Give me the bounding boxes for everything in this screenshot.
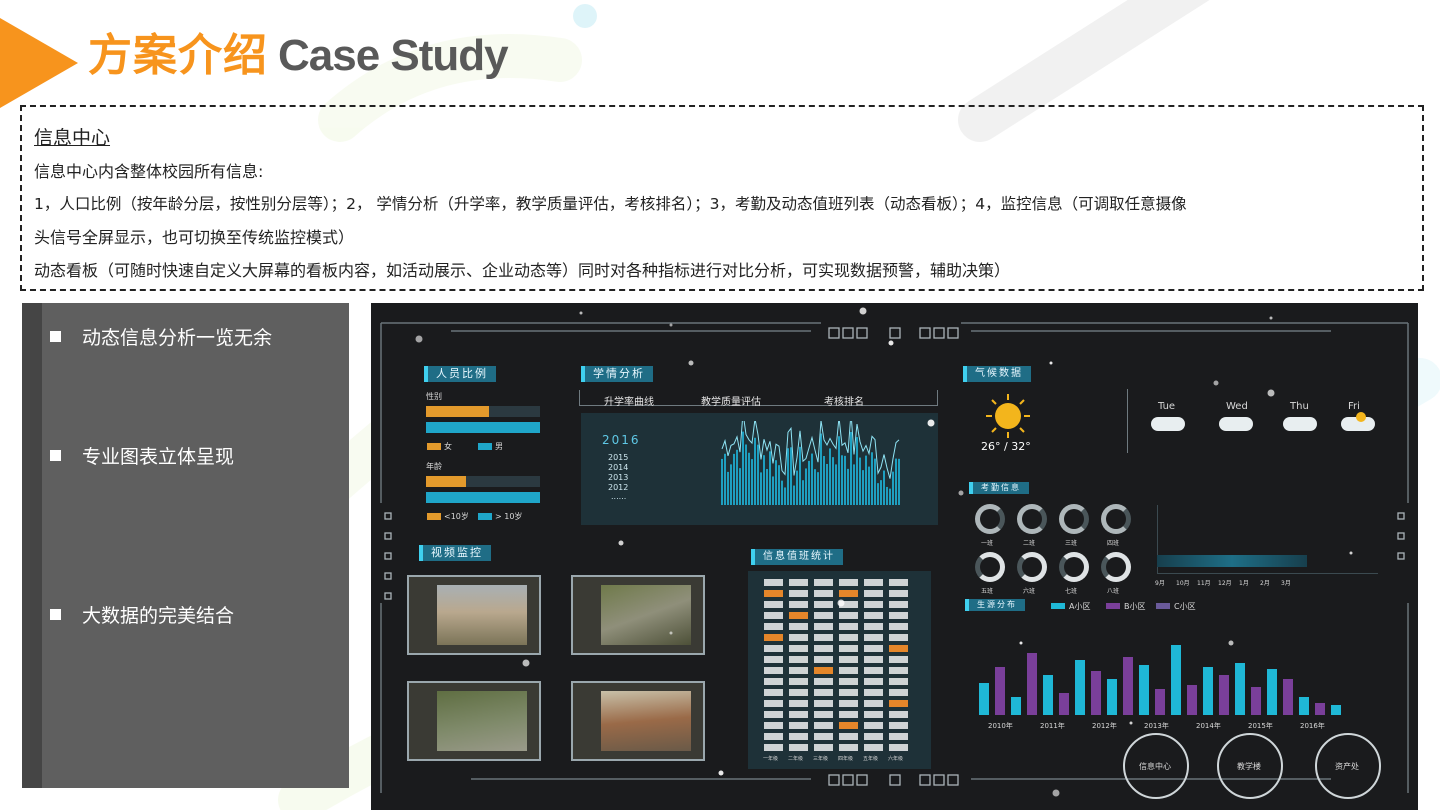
snowflake (1019, 641, 1023, 645)
snow-particles (415, 307, 1353, 797)
page-title-en: Case Study (278, 31, 509, 80)
year-label: 2010年 (988, 722, 1013, 730)
class-label: 二班 (1023, 540, 1036, 547)
snowflake (669, 631, 673, 635)
snowflake (1213, 380, 1219, 386)
snowflake (1267, 389, 1275, 397)
info-line-4: 动态看板（可随时快速自定义大屏幕的看板内容，如活动展示、企业动态等）同时对各种指… (34, 261, 1011, 280)
class-label: 三班 (1065, 540, 1078, 547)
snowflake (888, 340, 894, 346)
year-label: 2015年 (1248, 722, 1273, 730)
feature-item: 大数据的完美结合 (50, 601, 234, 628)
snowflake (618, 540, 624, 546)
page-title-cn: 方案介绍 (88, 30, 268, 81)
attendance-ring (1017, 552, 1047, 582)
duty-column-label: 二年级 (788, 756, 804, 762)
snowflake (1228, 640, 1234, 646)
title-arrow-icon (0, 18, 78, 108)
attendance-ring (1017, 504, 1047, 534)
snowflake (579, 311, 583, 315)
snowflake (1049, 361, 1053, 365)
year-label: 2012年 (1092, 722, 1117, 730)
duty-column-label: 四年级 (838, 756, 854, 762)
snowflake (1269, 316, 1273, 320)
month-label: 11月 (1197, 580, 1211, 587)
class-label: 一班 (981, 540, 994, 547)
bullet-square-icon (50, 609, 61, 620)
attendance-ring (1101, 552, 1131, 582)
class-label: 七班 (1065, 588, 1078, 595)
month-label: 1月 (1239, 580, 1249, 587)
snowflake (415, 335, 423, 343)
year-label: 2014年 (1196, 722, 1221, 730)
year-label: 2013年 (1144, 722, 1169, 730)
year-label: 2011年 (1040, 722, 1065, 730)
class-label: 五班 (981, 588, 994, 595)
snowflake (1349, 551, 1353, 555)
page-title: 方案介绍 Case Study (88, 31, 509, 80)
bullet-square-icon (50, 331, 61, 342)
duty-column-label: 五年级 (863, 756, 879, 762)
info-line-2: 1，人口比例（按年龄分层，按性别分层等）；2， 学情分析（升学率，教学质量评估，… (34, 195, 1187, 213)
dashboard-screenshot: 人员比例 性别 女 男 年龄 <10岁 > 10岁 学情分析 升学率曲线 教学质… (371, 303, 1418, 810)
info-box: 信息中心 信息中心内含整体校园所有信息: 1，人口比例（按年龄分层，按性别分层等… (20, 105, 1424, 291)
snowflake (522, 659, 530, 667)
feature-panel-strip (22, 303, 42, 788)
feature-item: 专业图表立体呈现 (50, 442, 234, 469)
month-label: 2月 (1260, 580, 1270, 587)
info-line-3: 头信号全屏显示，也可切换至传统监控模式） (34, 228, 355, 247)
snowflake (669, 323, 673, 327)
snowflake (927, 419, 935, 427)
month-label: 10月 (1176, 580, 1190, 587)
snowflake (958, 490, 964, 496)
month-label: 3月 (1281, 580, 1291, 587)
duty-column-label: 三年级 (813, 756, 829, 762)
attendance-ring (975, 504, 1005, 534)
bullet-square-icon (50, 450, 61, 461)
year-label: 2016年 (1300, 722, 1325, 730)
class-label: 八班 (1107, 588, 1120, 595)
attendance-ring (1101, 504, 1131, 534)
info-line-1: 信息中心内含整体校园所有信息: (34, 162, 264, 181)
attendance-ring (1059, 552, 1089, 582)
snowflake (688, 360, 694, 366)
feature-item: 动态信息分析一览无余 (50, 323, 272, 350)
snowflake (859, 307, 867, 315)
feature-panel: 动态信息分析一览无余 专业图表立体呈现 大数据的完美结合 (22, 303, 349, 788)
snowflake (1052, 789, 1060, 797)
month-label: 9月 (1155, 580, 1165, 587)
snowflake (837, 599, 845, 607)
duty-column-label: 一年级 (763, 756, 779, 762)
info-heading: 信息中心 (34, 127, 111, 149)
snowflake (718, 770, 724, 776)
class-label: 四班 (1107, 540, 1120, 547)
duty-column-label: 六年级 (888, 756, 904, 762)
snowflake (1129, 721, 1133, 725)
attendance-ring (975, 552, 1005, 582)
class-label: 六班 (1023, 588, 1036, 595)
attendance-ring (1059, 504, 1089, 534)
month-label: 12月 (1218, 580, 1232, 587)
